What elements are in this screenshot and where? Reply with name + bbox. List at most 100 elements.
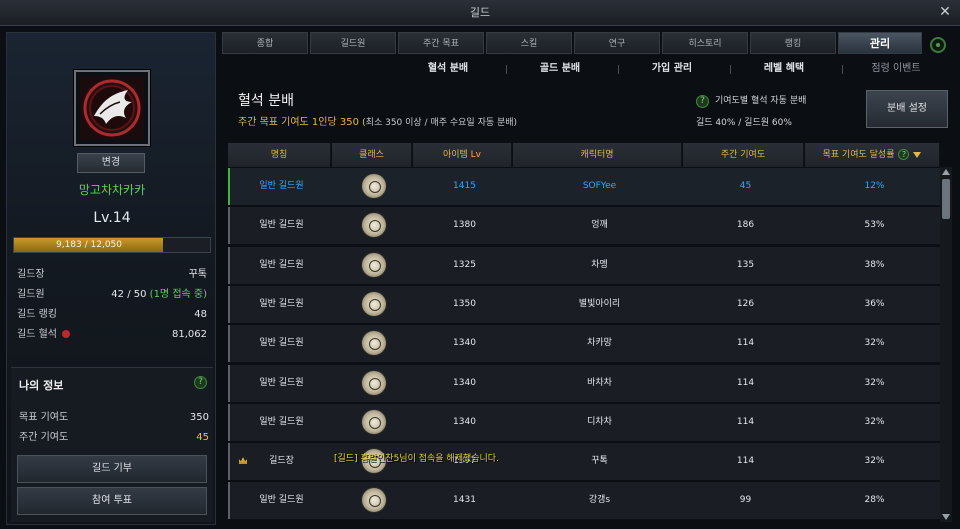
tab-overview[interactable]: 종합 [222, 32, 308, 54]
table-row[interactable]: 일반 길드원 1380 엉깨 186 53% [228, 207, 940, 245]
character-name-cell: 강갱s [588, 495, 611, 506]
page-title: 혈석 분배 [238, 93, 294, 109]
table-row[interactable]: 일반 길드원 1415 SOFYee 45 12% [228, 168, 940, 205]
rank-cell: 일반 길드원 [259, 416, 304, 427]
help-icon[interactable]: ? [696, 95, 709, 108]
weekly-contribution-cell: 45 [739, 181, 752, 191]
page-subtitle: 주간 목표 기여도 1인당 350 (최소 350 이상 / 매주 수요일 자동… [238, 117, 518, 128]
class-icon-tree [362, 409, 386, 434]
stat-label: 목표 기여도 [19, 412, 69, 423]
rate-cell: 32% [864, 416, 885, 427]
rank-cell: 일반 길드원 [259, 338, 304, 349]
weekly-contribution-cell: 114 [736, 338, 755, 349]
tab-manage[interactable]: 관리 [838, 32, 922, 54]
distribution-settings-button[interactable]: 분배 설정 [866, 90, 948, 128]
rank-cell: 일반 길드원 [259, 377, 304, 388]
table-row[interactable]: 일반 길드원 1340 차카망 114 32% [228, 325, 940, 363]
class-cell [334, 247, 414, 284]
rate-cell: 32% [864, 338, 885, 349]
gear-icon[interactable] [930, 37, 946, 53]
scroll-thumb[interactable] [942, 179, 950, 219]
subtab-join[interactable]: 가입 관리 [632, 56, 712, 82]
rank-cell: 일반 길드원 [259, 495, 304, 506]
class-icon-sun [362, 488, 386, 513]
tab-weekly-goal[interactable]: 주간 목표 [398, 32, 484, 54]
class-cell [334, 404, 414, 441]
stat-target-contribution: 목표 기여도 350 [19, 410, 209, 426]
weekly-contribution-cell: 99 [739, 495, 752, 506]
col-item-level[interactable]: 아이템 Lv [413, 143, 512, 167]
table-row[interactable]: 일반 길드원 1340 디차차 114 32% [228, 403, 940, 441]
rate-cell: 53% [864, 220, 885, 231]
stat-value: 꾸톡 [188, 269, 207, 280]
character-name-cell: 꾸톡 [591, 456, 608, 467]
tab-history[interactable]: 히스토리 [662, 32, 748, 54]
class-icon-lyre [362, 370, 386, 395]
col-rank[interactable]: 명칭 [228, 143, 331, 167]
vote-button[interactable]: 참여 투표 [17, 487, 207, 515]
guild-info-panel: 변경 망고차차카카 Lv.14 9,183 / 12,050 길드장 꾸톡 길드… [6, 32, 216, 525]
col-character[interactable]: 캐릭터명 [513, 143, 682, 167]
weekly-contribution-cell: 114 [736, 377, 755, 388]
col-class[interactable]: 클래스 [332, 143, 412, 167]
close-icon[interactable]: ✕ [936, 3, 954, 21]
tab-ranking[interactable]: 랭킹 [750, 32, 836, 54]
distribution-header: 혈석 분배 주간 목표 기여도 1인당 350 (최소 350 이상 / 매주 … [226, 84, 950, 138]
item-level-cell: 1380 [453, 220, 476, 231]
stat-value: 81,062 [172, 329, 207, 340]
col-rate[interactable]: 목표 기여도 달성률? [805, 143, 940, 167]
rate-cell: 38% [864, 259, 885, 270]
guild-donate-button[interactable]: 길드 기부 [17, 455, 207, 483]
class-icon-wolf [362, 331, 386, 356]
table-header: 명칭 클래스 아이템 Lv 캐릭터명 주간 기여도 목표 기여도 달성률? [228, 143, 940, 167]
col-weekly[interactable]: 주간 기여도 [683, 143, 804, 167]
class-icon-lyre [362, 174, 386, 198]
tab-members[interactable]: 길드원 [310, 32, 396, 54]
sort-down-icon[interactable] [913, 151, 922, 158]
item-level-cell: 1431 [453, 495, 476, 506]
class-cell [334, 482, 414, 519]
stat-bloodstone: 길드 혈석 81,062 [17, 327, 207, 343]
scroll-down-icon[interactable] [942, 514, 950, 520]
help-icon[interactable]: ? [194, 376, 207, 389]
character-name-cell: 바차차 [587, 377, 612, 388]
item-level-cell: 1325 [453, 259, 476, 270]
help-icon[interactable]: ? [898, 149, 910, 160]
subtab-gold[interactable]: 골드 분배 [520, 56, 600, 82]
subtab-occupation-event[interactable]: 점령 이벤트 [856, 56, 936, 82]
table-row[interactable]: 일반 길드원 1350 별빛아이리 126 36% [228, 285, 940, 323]
stat-members: 길드원 42 / 50 (1명 접속 중) [17, 287, 207, 303]
class-cell [334, 207, 414, 244]
rate-cell: 28% [864, 495, 885, 506]
guild-exp-text: 9,183 / 12,050 [55, 240, 122, 250]
subtab-bloodstone[interactable]: 혈석 분배 [408, 56, 488, 82]
table-row[interactable]: 일반 길드원 1340 바차차 114 32% [228, 364, 940, 402]
stat-label: 주간 기여도 [19, 432, 69, 443]
weekly-contribution-cell: 114 [736, 456, 755, 467]
stat-value: 48 [194, 309, 207, 320]
member-table: 명칭 클래스 아이템 Lv 캐릭터명 주간 기여도 목표 기여도 달성률? 일반… [228, 143, 940, 525]
table-row[interactable]: 일반 길드원 1325 차멩 135 38% [228, 246, 940, 284]
sub-tabs: 혈석 분배 골드 분배 가입 관리 레벨 혜택 점령 이벤트 [222, 56, 938, 82]
stat-label: 길드원 [17, 289, 45, 300]
change-emblem-button[interactable]: 변경 [77, 153, 145, 173]
weekly-contribution-cell: 114 [736, 416, 755, 427]
character-name-cell: 별빛아이리 [578, 298, 621, 309]
stat-weekly-contribution: 주간 기여도 45 [19, 430, 209, 446]
tab-skill[interactable]: 스킬 [486, 32, 572, 54]
guild-name: 망고차차카카 [78, 183, 146, 197]
stat-label: 길드 랭킹 [17, 309, 57, 320]
guild-exp-bar: 9,183 / 12,050 [13, 237, 211, 253]
subtitle-note: (최소 350 이상 / 매주 수요일 자동 분배) [362, 118, 518, 128]
my-info-section: 나의 정보 ? 목표 기여도 350 주간 기여도 45 길드 기부 참여 투표 [11, 367, 213, 522]
rate-cell: 32% [864, 377, 885, 388]
table-scrollbar[interactable] [940, 167, 952, 522]
scroll-up-icon[interactable] [942, 169, 950, 175]
subtab-level-benefits[interactable]: 레벨 혜택 [744, 56, 824, 82]
character-name-cell: SOFYee [582, 181, 617, 191]
tab-research[interactable]: 연구 [574, 32, 660, 54]
item-level-cell: 1340 [453, 377, 476, 388]
table-row[interactable]: 일반 길드원 1431 강갱s 99 28% [228, 482, 940, 520]
rank-cell: 길드장 [269, 456, 294, 467]
weekly-contribution-cell: 135 [736, 259, 755, 270]
